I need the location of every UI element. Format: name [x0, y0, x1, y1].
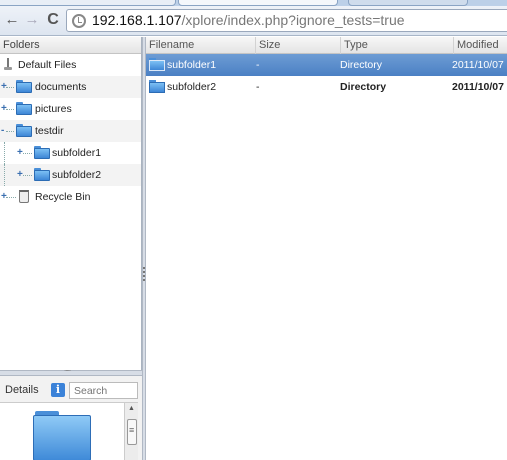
- folder-icon: [16, 80, 32, 93]
- file-type: Directory: [340, 59, 383, 71]
- drive-icon: [4, 58, 12, 71]
- file-list-header: Filename Size Type Modified: [146, 37, 507, 54]
- tree-item-label: pictures: [35, 103, 72, 115]
- back-arrow-icon[interactable]: ←: [3, 11, 21, 29]
- tree-item-documents[interactable]: + documents: [0, 76, 141, 98]
- details-scrollbar[interactable]: ▲: [124, 403, 138, 460]
- expand-plus-icon[interactable]: +: [17, 170, 23, 180]
- forward-arrow-icon[interactable]: →: [23, 11, 41, 29]
- folder-icon: [149, 58, 165, 71]
- address-bar[interactable]: 192.168.1.107/xplore/index.php?ignore_te…: [66, 9, 507, 32]
- tree-item-testdir[interactable]: - testdir: [0, 120, 141, 142]
- tree-item-label: documents: [35, 81, 87, 93]
- search-input[interactable]: [69, 382, 138, 399]
- details-tab-bar: Details i: [0, 379, 145, 401]
- url-host: 192.168.1.107: [92, 12, 182, 28]
- column-header-size[interactable]: Size: [256, 37, 341, 54]
- browser-toolbar: ← → C 192.168.1.107/xplore/index.php?ign…: [0, 6, 507, 36]
- file-row-subfolder2[interactable]: subfolder2 - Directory 2011/10/07: [146, 76, 507, 98]
- tree-item-label: subfolder2: [52, 169, 102, 181]
- page-info-icon[interactable]: [72, 14, 86, 28]
- tree-item-label: testdir: [35, 125, 64, 137]
- tree-item-subfolder1[interactable]: + subfolder1: [0, 142, 141, 164]
- column-header-type[interactable]: Type: [341, 37, 454, 54]
- file-type: Directory: [340, 81, 387, 93]
- folder-preview-icon: [33, 411, 91, 460]
- file-size: -: [256, 59, 260, 71]
- file-size: -: [256, 81, 260, 93]
- tree-item-default-files[interactable]: Default Files: [0, 54, 141, 76]
- tree-item-subfolder2[interactable]: + subfolder2: [0, 164, 141, 186]
- folder-open-icon: [16, 124, 32, 137]
- expand-plus-icon[interactable]: +: [17, 148, 23, 158]
- url-text[interactable]: 192.168.1.107/xplore/index.php?ignore_te…: [92, 12, 405, 29]
- info-icon[interactable]: i: [51, 383, 65, 397]
- details-panel: Details i ▲: [0, 376, 145, 460]
- tree-item-recycle-bin[interactable]: + Recycle Bin: [0, 186, 141, 208]
- url-path: /xplore/index.php?ignore_tests=true: [181, 12, 405, 28]
- file-modified: 2011/10/07: [452, 81, 504, 93]
- details-preview: [0, 402, 138, 460]
- recycle-bin-icon: [19, 190, 29, 203]
- tree-item-pictures[interactable]: + pictures: [0, 98, 141, 120]
- tree-item-label: Recycle Bin: [35, 191, 91, 203]
- file-name: subfolder2: [167, 81, 217, 93]
- folders-header: Folders: [0, 37, 141, 54]
- column-header-modified[interactable]: Modified: [454, 37, 507, 54]
- file-row-subfolder1[interactable]: subfolder1 - Directory 2011/10/07: [146, 54, 507, 76]
- file-name: subfolder1: [167, 59, 217, 71]
- tree-item-label: subfolder1: [52, 147, 102, 159]
- tree-item-label: Default Files: [18, 59, 77, 71]
- file-list-panel: Filename Size Type Modified subfolder1 -…: [146, 37, 507, 460]
- folder-icon: [149, 80, 165, 93]
- file-modified: 2011/10/07: [452, 59, 504, 71]
- folders-panel: Folders Default Files + documents + pict…: [0, 37, 142, 370]
- scroll-thumb[interactable]: [127, 419, 137, 445]
- tab-details[interactable]: Details: [0, 379, 48, 401]
- column-header-filename[interactable]: Filename: [146, 37, 256, 54]
- folder-icon: [16, 102, 32, 115]
- reload-icon[interactable]: C: [44, 11, 62, 29]
- scroll-up-arrow-icon[interactable]: ▲: [128, 405, 135, 412]
- folder-icon: [34, 146, 50, 159]
- collapse-minus-icon[interactable]: -: [1, 126, 4, 136]
- folder-icon: [34, 168, 50, 181]
